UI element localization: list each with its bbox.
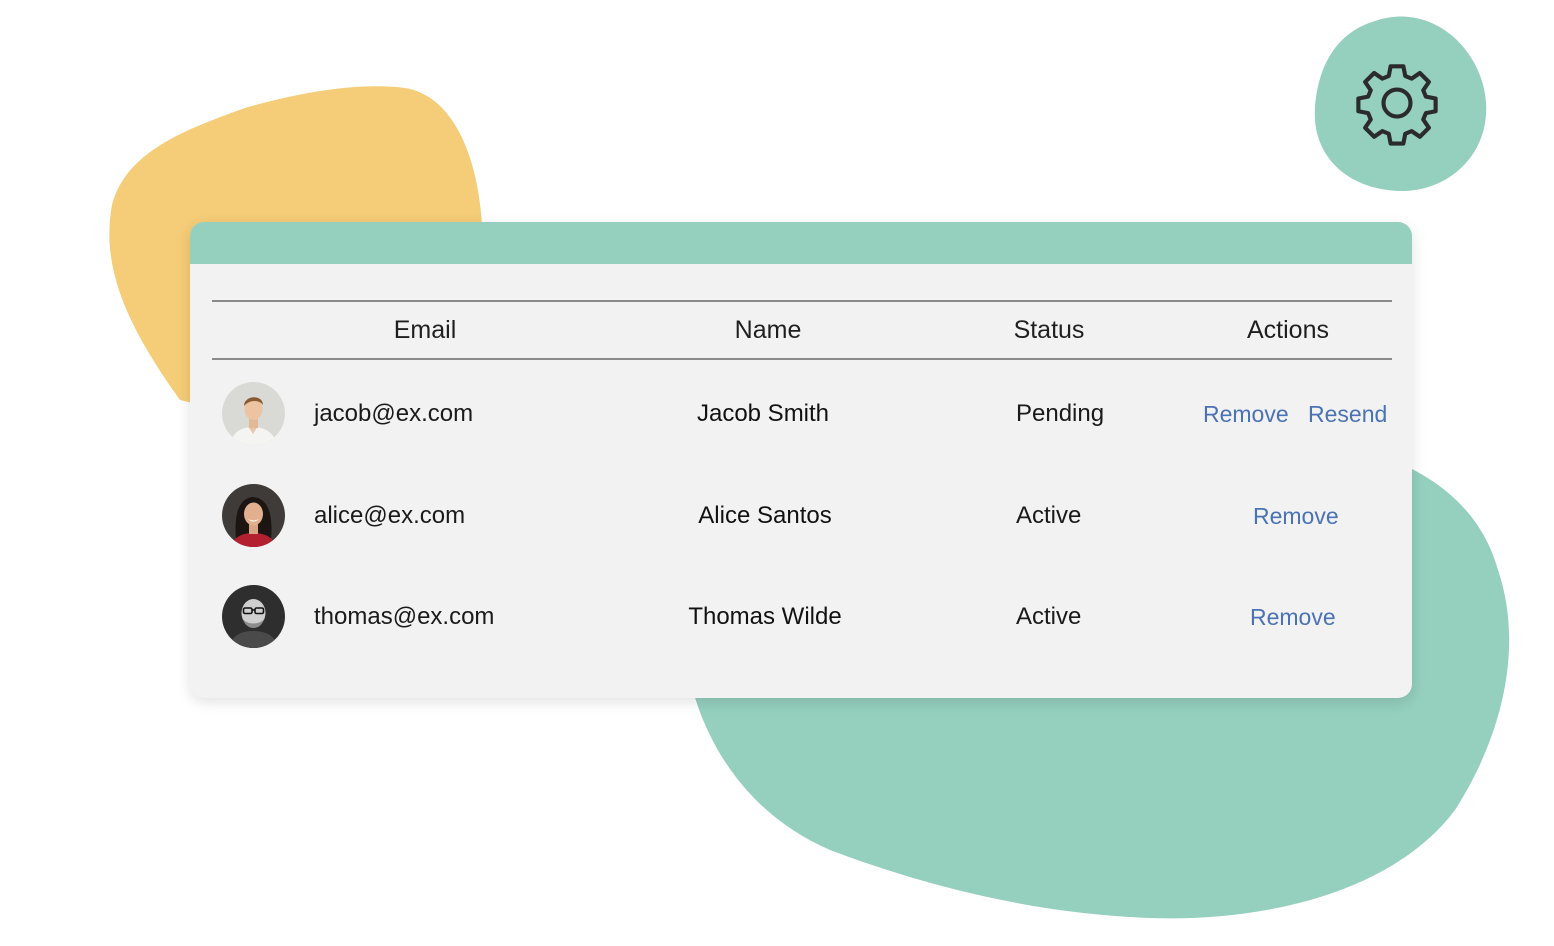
column-header-status: Status (1013, 316, 1085, 344)
remove-button[interactable]: Remove (1253, 484, 1339, 548)
table-header: Email Name Status Actions (212, 300, 1392, 360)
status-cell: Pending (1016, 400, 1105, 427)
card-header-bar (190, 222, 1412, 264)
email-cell: alice@ex.com (314, 502, 466, 529)
name-cell: Jacob Smith (696, 400, 830, 427)
email-cell: thomas@ex.com (314, 603, 495, 630)
avatar (222, 484, 285, 547)
name-cell: Thomas Wilde (688, 603, 842, 630)
name-cell: Alice Santos (698, 502, 832, 529)
remove-button[interactable]: Remove (1250, 585, 1336, 649)
email-cell: jacob@ex.com (314, 400, 474, 427)
table-row: thomas@ex.com Thomas Wilde Active Remove (190, 585, 1412, 649)
avatar (222, 585, 285, 648)
team-members-card: Email Name Status Actions jacob@ex.com J… (190, 222, 1412, 698)
resend-button[interactable]: Resend (1308, 382, 1387, 446)
status-cell: Active (1016, 502, 1082, 529)
column-header-email: Email (393, 316, 457, 344)
table-row: alice@ex.com Alice Santos Active Remove (190, 484, 1412, 548)
page: Email Name Status Actions jacob@ex.com J… (0, 0, 1554, 946)
remove-button[interactable]: Remove (1203, 382, 1289, 446)
column-header-name: Name (734, 316, 802, 344)
status-cell: Active (1016, 603, 1082, 630)
table-row: jacob@ex.com Jacob Smith Pending Remove … (190, 382, 1412, 446)
gear-icon[interactable] (1352, 58, 1442, 148)
avatar (222, 382, 285, 445)
column-header-actions: Actions (1247, 316, 1329, 344)
